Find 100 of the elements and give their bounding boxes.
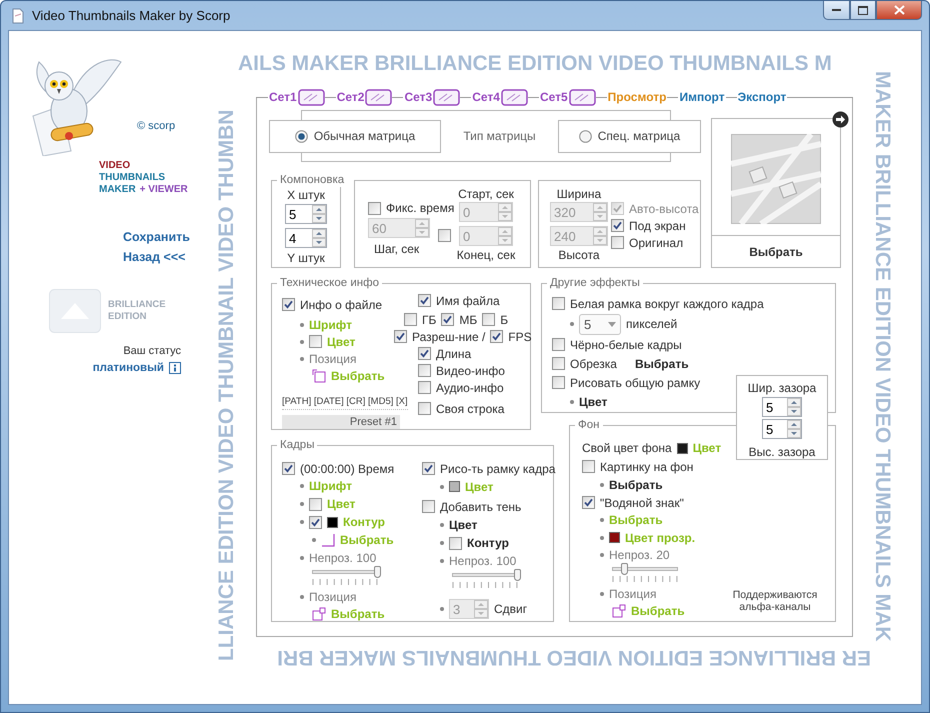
preset-field[interactable]: Preset #1 bbox=[282, 415, 400, 429]
info-icon[interactable] bbox=[169, 362, 181, 374]
bullet-icon bbox=[300, 556, 304, 560]
number-field[interactable]: 5 bbox=[762, 419, 802, 439]
checkbox[interactable] bbox=[418, 347, 431, 360]
note-text: Поддерживаются альфа-каналы bbox=[732, 589, 818, 613]
checkbox[interactable] bbox=[422, 500, 435, 513]
checkbox[interactable] bbox=[394, 330, 407, 343]
group-title: Другие эффекты bbox=[547, 276, 643, 290]
radio-button[interactable] bbox=[294, 130, 308, 142]
bullet-icon bbox=[440, 607, 444, 611]
checkbox[interactable] bbox=[441, 313, 454, 326]
checkbox[interactable] bbox=[418, 294, 431, 307]
checkbox[interactable] bbox=[309, 498, 322, 510]
checkbox[interactable] bbox=[552, 297, 565, 310]
checkbox[interactable] bbox=[282, 298, 295, 311]
field-label: Непроз. 100 bbox=[309, 550, 376, 564]
checkbox[interactable] bbox=[438, 229, 451, 242]
link[interactable]: Цвет bbox=[449, 518, 478, 532]
number-field[interactable]: 5 bbox=[285, 204, 327, 224]
tab[interactable]: Просмотр bbox=[606, 90, 668, 104]
checkbox[interactable] bbox=[611, 219, 624, 232]
checkbox[interactable] bbox=[422, 462, 435, 475]
backdrop-text: MAKER BRILLIANCE EDITION VIDEO THUMBNAILS MAK bbox=[871, 71, 893, 642]
checkbox[interactable] bbox=[309, 516, 322, 528]
choose-button[interactable]: Выбрать bbox=[712, 235, 840, 267]
sidebar-link[interactable]: Сохранить bbox=[123, 230, 190, 244]
checkbox[interactable] bbox=[449, 536, 462, 550]
bullet-icon bbox=[600, 536, 604, 540]
checkbox[interactable] bbox=[418, 381, 431, 394]
checkbox[interactable] bbox=[368, 202, 381, 214]
sidebar-link[interactable]: Назад <<< bbox=[123, 250, 186, 264]
checkbox[interactable] bbox=[418, 364, 431, 377]
spinner-arrows-icon[interactable] bbox=[787, 420, 801, 438]
minimize-button[interactable] bbox=[823, 1, 850, 20]
checkbox-label: Авто-высота bbox=[629, 202, 699, 216]
number-field[interactable]: 4 bbox=[285, 228, 327, 248]
spinner-arrows-icon[interactable] bbox=[498, 227, 512, 245]
checkbox[interactable] bbox=[582, 496, 595, 509]
checkbox[interactable] bbox=[482, 313, 496, 326]
link[interactable]: Цвет bbox=[579, 394, 608, 408]
checkbox[interactable] bbox=[582, 460, 595, 473]
bullet-icon bbox=[570, 400, 574, 404]
checkbox-label: Длина bbox=[436, 346, 472, 360]
thumbnail-icon[interactable] bbox=[433, 88, 460, 106]
thumbnail-icon[interactable] bbox=[365, 88, 392, 106]
checkbox-label: Чёрно-белые кадры bbox=[570, 338, 682, 352]
tab[interactable]: Сет3 bbox=[403, 90, 434, 104]
checkbox[interactable] bbox=[282, 462, 295, 475]
logo-text: MAKER bbox=[99, 184, 136, 196]
close-button[interactable] bbox=[876, 1, 922, 20]
checkbox[interactable] bbox=[611, 236, 624, 249]
slider-thumb[interactable] bbox=[374, 566, 381, 578]
window-title: Video Thumbnails Maker by Scorp bbox=[32, 8, 230, 23]
slider-track[interactable] bbox=[612, 563, 678, 575]
pixels-select[interactable]: 5 bbox=[579, 314, 621, 334]
field-label: Сдвиг bbox=[494, 602, 528, 616]
slider-thumb[interactable] bbox=[514, 569, 521, 581]
spinner-arrows-icon[interactable] bbox=[312, 229, 326, 247]
slider-track[interactable] bbox=[452, 569, 518, 581]
corner-icon bbox=[321, 533, 335, 547]
thumbnail-icon[interactable] bbox=[500, 88, 528, 106]
slider-track[interactable] bbox=[312, 566, 378, 578]
slider-thumb[interactable] bbox=[621, 563, 628, 575]
radio-button[interactable] bbox=[578, 130, 592, 142]
color-swatch[interactable] bbox=[327, 516, 338, 528]
tab[interactable]: Сет1 bbox=[268, 90, 298, 104]
checkbox[interactable] bbox=[490, 330, 504, 343]
checkbox[interactable] bbox=[309, 335, 322, 348]
tab[interactable]: Экспорт bbox=[736, 90, 788, 104]
tab[interactable]: Импорт bbox=[678, 90, 726, 104]
spinner-arrows-icon[interactable] bbox=[787, 398, 801, 416]
link[interactable]: Выбрать bbox=[609, 478, 663, 492]
field-label: Непроз. 100 bbox=[449, 554, 516, 568]
spinner-arrows-icon[interactable] bbox=[415, 219, 429, 237]
checkbox[interactable] bbox=[552, 376, 565, 389]
spinner-arrows-icon[interactable] bbox=[498, 203, 512, 221]
link[interactable]: Контур bbox=[467, 536, 509, 550]
maximize-button[interactable] bbox=[850, 1, 876, 20]
checkbox[interactable] bbox=[552, 338, 565, 351]
number-field[interactable]: 5 bbox=[762, 397, 802, 417]
link[interactable]: Выбрать bbox=[634, 356, 689, 370]
spinner-arrows-icon[interactable] bbox=[312, 205, 326, 223]
checkbox[interactable] bbox=[404, 313, 417, 326]
color-swatch[interactable] bbox=[449, 481, 460, 492]
checkbox[interactable] bbox=[552, 357, 565, 370]
slider-ticks-icon bbox=[312, 579, 378, 585]
tab[interactable]: Сет2 bbox=[336, 90, 366, 104]
tab[interactable]: Сет4 bbox=[471, 90, 501, 104]
checkbox-label: Оригинал bbox=[629, 236, 684, 250]
field-label: Шаг, сек bbox=[374, 242, 420, 256]
thumbnail-icon[interactable] bbox=[568, 88, 596, 106]
checkbox[interactable] bbox=[418, 402, 431, 415]
tab[interactable]: Сет5 bbox=[538, 90, 569, 104]
spinner-arrows-icon[interactable] bbox=[474, 600, 488, 618]
checkbox-label: Под экран bbox=[629, 218, 686, 232]
color-swatch[interactable] bbox=[676, 442, 688, 454]
color-swatch[interactable] bbox=[609, 532, 620, 543]
thumbnail-icon[interactable] bbox=[298, 88, 325, 106]
bullet-icon bbox=[300, 520, 304, 524]
